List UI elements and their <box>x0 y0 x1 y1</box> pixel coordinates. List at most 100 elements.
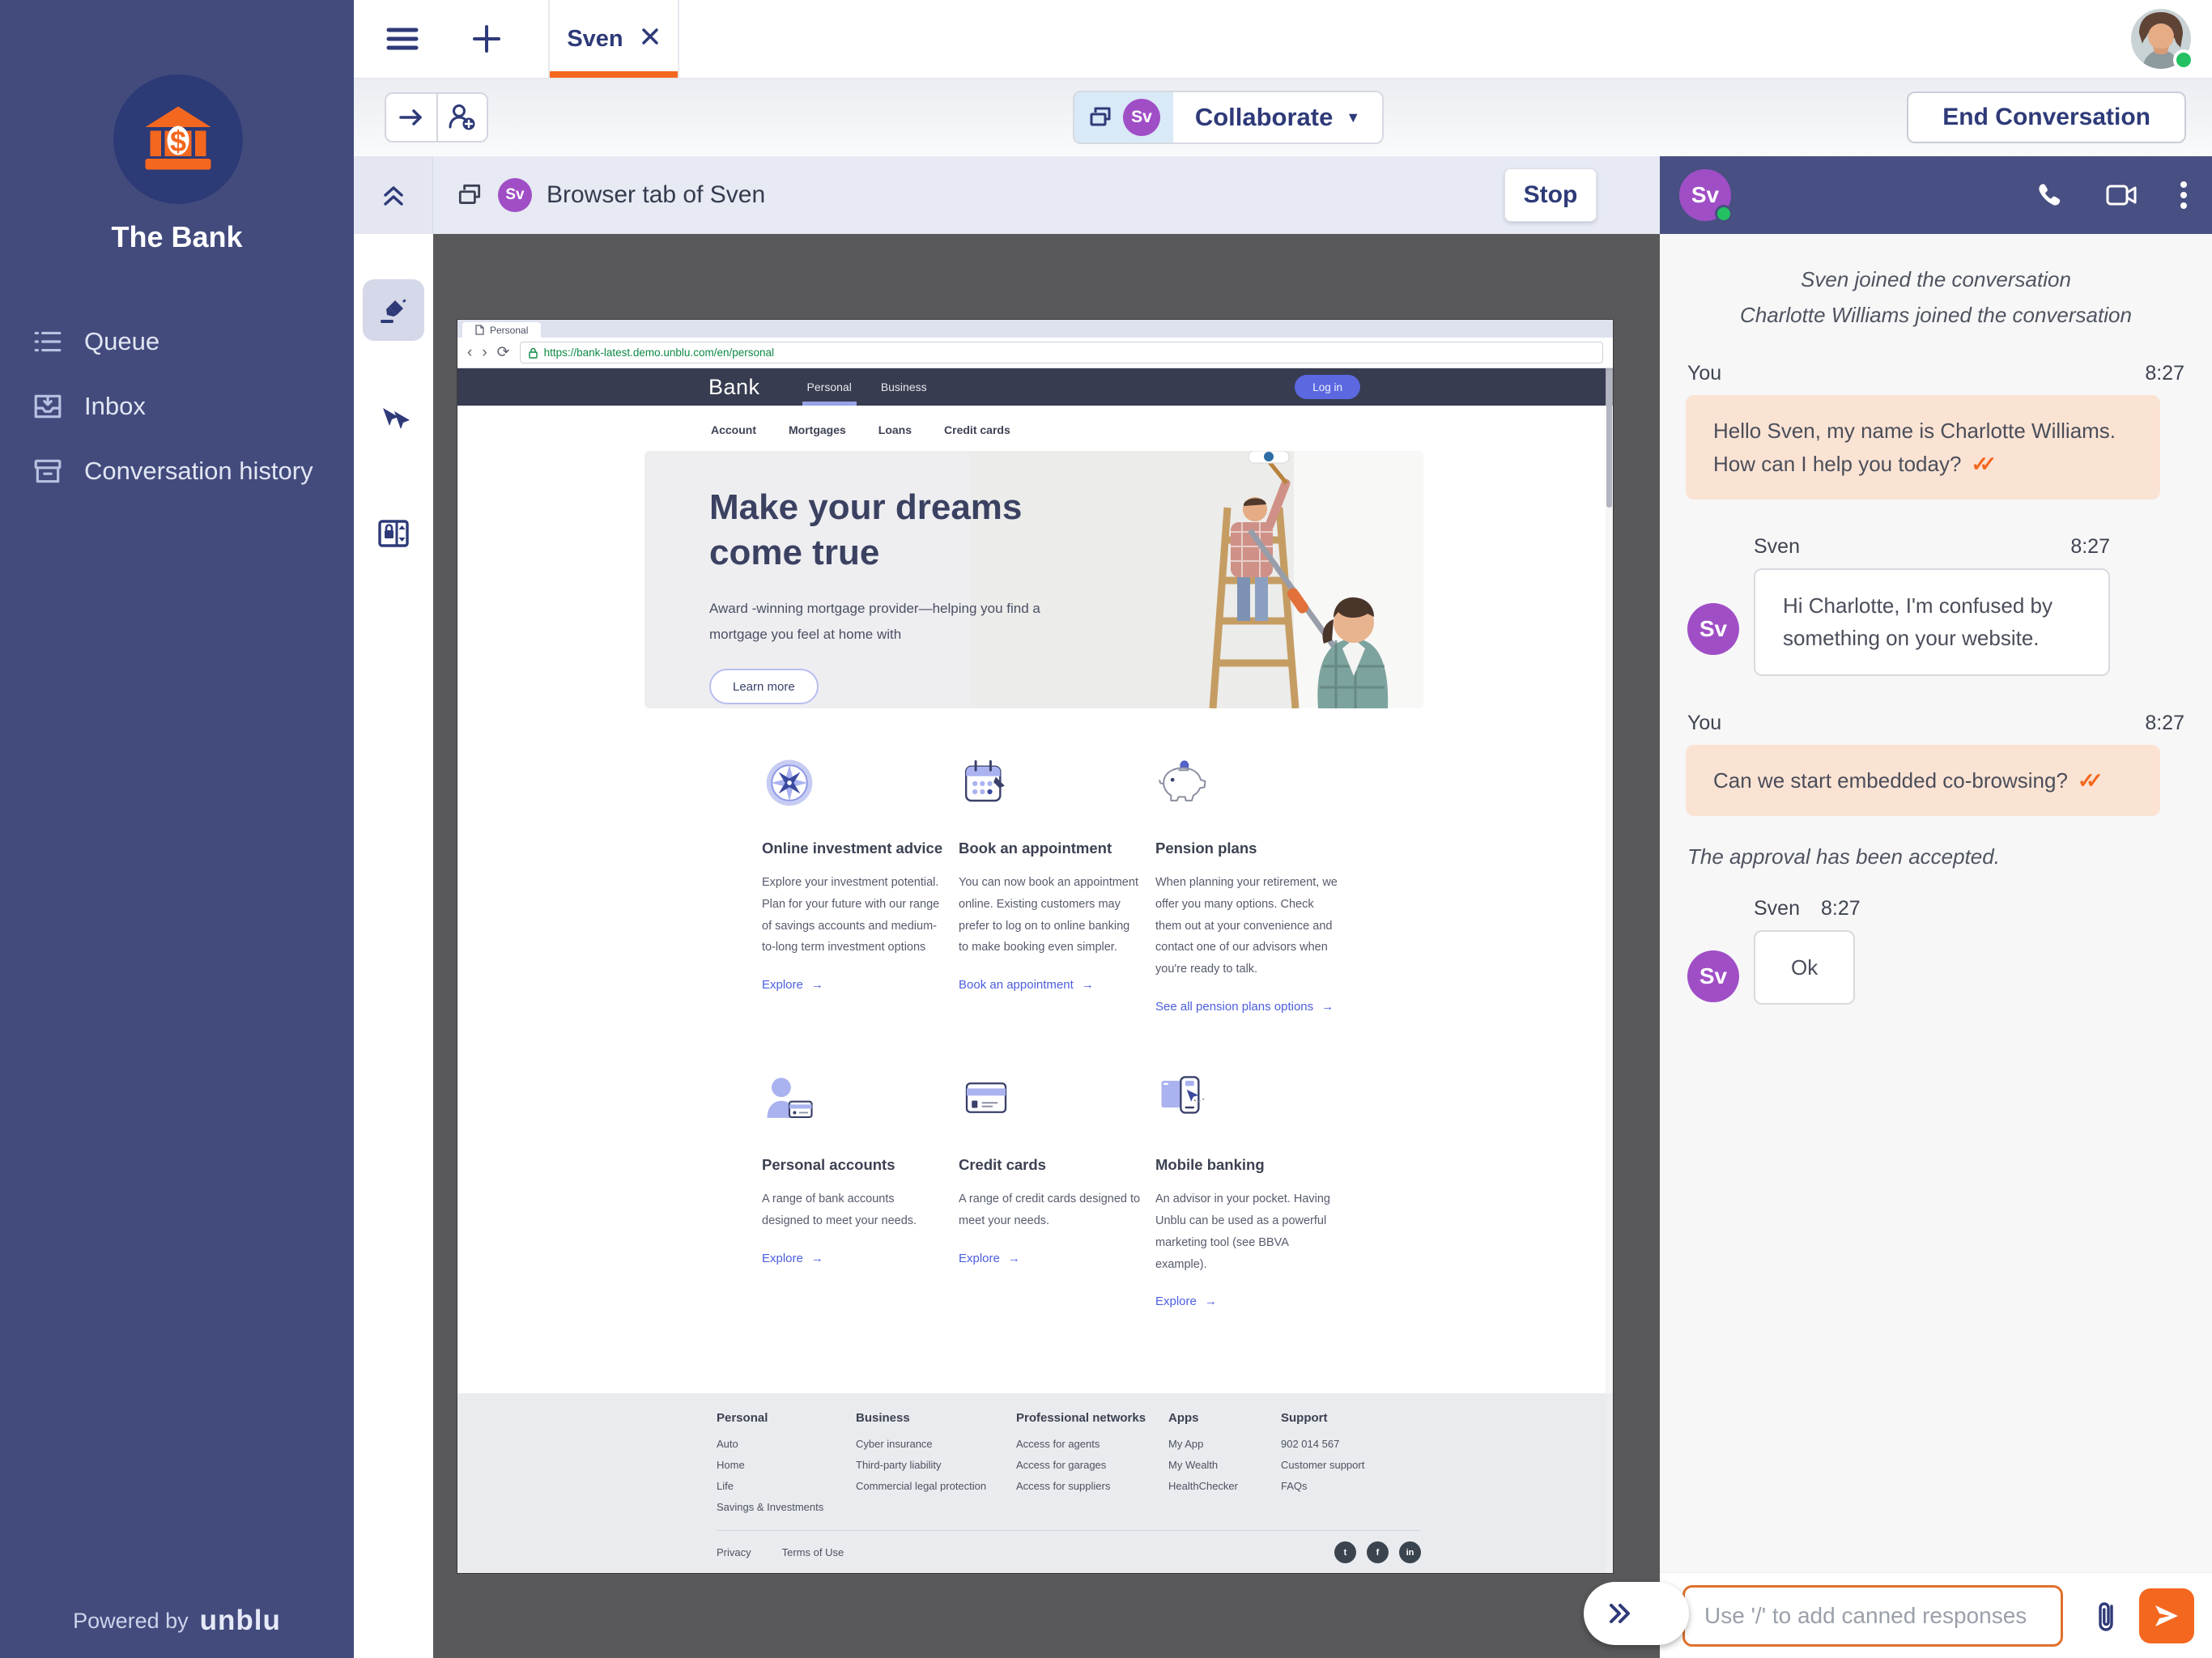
conversation-toolbar: Sv Collaborate ▼ End Conversation <box>354 78 2212 156</box>
feature-link[interactable]: Explore → <box>1155 1295 1338 1308</box>
sidebar-item-label: Conversation history <box>84 457 313 486</box>
address-bar[interactable]: https://bank-latest.demo.unblu.com/en/pe… <box>520 342 1603 363</box>
show-cursors-button[interactable] <box>363 391 424 453</box>
conversation-tab-sven[interactable]: Sven <box>548 0 679 78</box>
footer-link[interactable]: FAQs <box>1281 1480 1421 1492</box>
footer-link[interactable]: Cyber insurance <box>856 1438 1016 1450</box>
privacy-link[interactable]: Privacy <box>717 1546 751 1558</box>
footer-link[interactable]: HealthChecker <box>1168 1480 1281 1492</box>
login-button[interactable]: Log in <box>1295 375 1360 399</box>
footer-link[interactable]: Life <box>717 1480 856 1492</box>
feature-link[interactable]: Explore → <box>959 1252 1142 1265</box>
reload-button[interactable]: ⟳ <box>497 345 510 360</box>
sidebar-item-conversation-history[interactable]: Conversation history <box>0 439 354 504</box>
collaborate-session-indicator: Sv <box>1074 92 1173 142</box>
footer-link[interactable]: Home <box>717 1459 856 1471</box>
close-tab-button[interactable] <box>640 26 661 52</box>
twitter-icon[interactable]: t <box>1334 1541 1356 1563</box>
facebook-icon[interactable]: f <box>1367 1541 1389 1563</box>
scroll-lock-button[interactable] <box>363 503 424 564</box>
collaborate-dropdown[interactable]: Sv Collaborate ▼ <box>1073 91 1384 144</box>
phone-icon <box>2035 181 2063 209</box>
online-status-dot <box>1715 205 1733 223</box>
feature-link[interactable]: Explore → <box>762 978 945 992</box>
browser-tab[interactable]: Personal <box>462 322 541 338</box>
footer-link[interactable]: Access for agents <box>1016 1438 1168 1450</box>
start-voice-call-button[interactable] <box>2035 181 2063 209</box>
attach-file-button[interactable] <box>2094 1598 2118 1634</box>
expand-chat-button[interactable] <box>1584 1582 1689 1645</box>
message-text: Hi Charlotte, I'm confused by something … <box>1783 593 2052 650</box>
page-icon <box>475 325 484 335</box>
hero-title: Make your dreams come true <box>709 485 1066 576</box>
scrollbar-thumb[interactable] <box>1606 370 1612 508</box>
footer-link[interactable]: Access for garages <box>1016 1459 1168 1471</box>
arrow-right-icon: → <box>1082 978 1094 992</box>
feature-description: When planning your retirement, we offer … <box>1155 872 1338 980</box>
feature-link[interactable]: Explore → <box>762 1252 945 1265</box>
work-area: Sv Browser tab of Sven Stop <box>354 156 2212 1658</box>
stop-cobrowse-button[interactable]: Stop <box>1504 168 1597 222</box>
transfer-conversation-button[interactable] <box>386 94 436 141</box>
feature-link-label: Book an appointment <box>959 978 1074 992</box>
browser-scrollbar[interactable] <box>1606 368 1613 1573</box>
site-nav-personal[interactable]: Personal <box>807 368 852 406</box>
feature-description: You can now book an appointment online. … <box>959 872 1142 959</box>
sidebar-item-queue[interactable]: Queue <box>0 309 354 374</box>
subnav-mortgages[interactable]: Mortgages <box>789 423 846 436</box>
double-cursor-icon <box>375 403 412 440</box>
url-text: https://bank-latest.demo.unblu.com/en/pe… <box>544 346 774 359</box>
footer-link[interactable]: Customer support <box>1281 1459 1421 1471</box>
menu-button[interactable] <box>376 0 428 78</box>
site-subnav: Account Mortgages Loans Credit cards <box>711 423 1613 436</box>
hero-banner: Make your dreams come true Award -winnin… <box>644 451 1423 708</box>
terms-link[interactable]: Terms of Use <box>782 1546 844 1558</box>
agent-profile-avatar[interactable] <box>2131 9 2191 69</box>
subnav-credit-cards[interactable]: Credit cards <box>944 423 1010 436</box>
arrow-right-icon: → <box>811 1252 823 1265</box>
unblu-agent-desk: $ The Bank Queue Inbox <box>0 0 2212 1658</box>
footer-link[interactable]: My App <box>1168 1438 1281 1450</box>
feature-link[interactable]: Book an appointment → <box>959 978 1142 992</box>
browser-tab-title: Personal <box>490 325 528 336</box>
feature-link[interactable]: See all pension plans options → <box>1155 1000 1338 1014</box>
footer-link[interactable]: Auto <box>717 1438 856 1450</box>
footer-link[interactable]: 902 014 567 <box>1281 1438 1421 1450</box>
footer-link[interactable]: Commercial legal protection <box>856 1480 1016 1492</box>
message-text: Ok <box>1791 955 1818 980</box>
more-options-button[interactable] <box>2180 181 2188 210</box>
linkedin-icon[interactable]: in <box>1399 1541 1421 1563</box>
message-you: You 8:27 Hello Sven, my name is Charlott… <box>1686 362 2186 500</box>
footer-column-business: Business Cyber insurance Third-party lia… <box>856 1411 1016 1522</box>
browser-navbar: ‹ › ⟳ https://bank-latest.demo.unblu.com… <box>457 338 1613 368</box>
secure-lock-icon <box>529 347 538 359</box>
send-message-button[interactable] <box>2139 1588 2194 1643</box>
footer-link[interactable]: Savings & Investments <box>717 1501 856 1513</box>
footer-link[interactable]: My Wealth <box>1168 1459 1281 1471</box>
learn-more-button[interactable]: Learn more <box>709 669 819 704</box>
read-receipt-icon <box>1971 448 1997 480</box>
start-video-call-button[interactable] <box>2105 183 2138 207</box>
marker-tool-button[interactable] <box>363 279 424 341</box>
feature-link-label: Explore <box>959 1252 1000 1265</box>
footer-link[interactable]: Third-party liability <box>856 1459 1016 1471</box>
end-conversation-button[interactable]: End Conversation <box>1907 91 2186 143</box>
invite-participant-button[interactable] <box>436 94 487 141</box>
subnav-loans[interactable]: Loans <box>878 423 912 436</box>
message-sender: You <box>1687 712 1721 735</box>
back-button[interactable]: ‹ <box>467 345 472 360</box>
forward-button[interactable]: › <box>482 345 487 360</box>
sidebar-item-label: Queue <box>84 327 160 356</box>
footer-link[interactable]: Access for suppliers <box>1016 1480 1168 1492</box>
feature-card-pension: Pension plans When planning your retirem… <box>1155 755 1338 1014</box>
feature-description: An advisor in your pocket. Having Unblu … <box>1155 1188 1338 1275</box>
message-input[interactable] <box>1682 1585 2063 1647</box>
sidebar-item-inbox[interactable]: Inbox <box>0 374 354 439</box>
site-nav-business[interactable]: Business <box>881 368 927 406</box>
subnav-account[interactable]: Account <box>711 423 756 436</box>
new-conversation-tab-button[interactable] <box>461 0 513 78</box>
site-brand: Bank <box>708 375 760 400</box>
collapse-rail-button[interactable] <box>354 156 433 234</box>
site-nav: Personal Business <box>807 368 927 406</box>
cobrowse-canvas: Personal ‹ › ⟳ <box>433 234 1660 1658</box>
